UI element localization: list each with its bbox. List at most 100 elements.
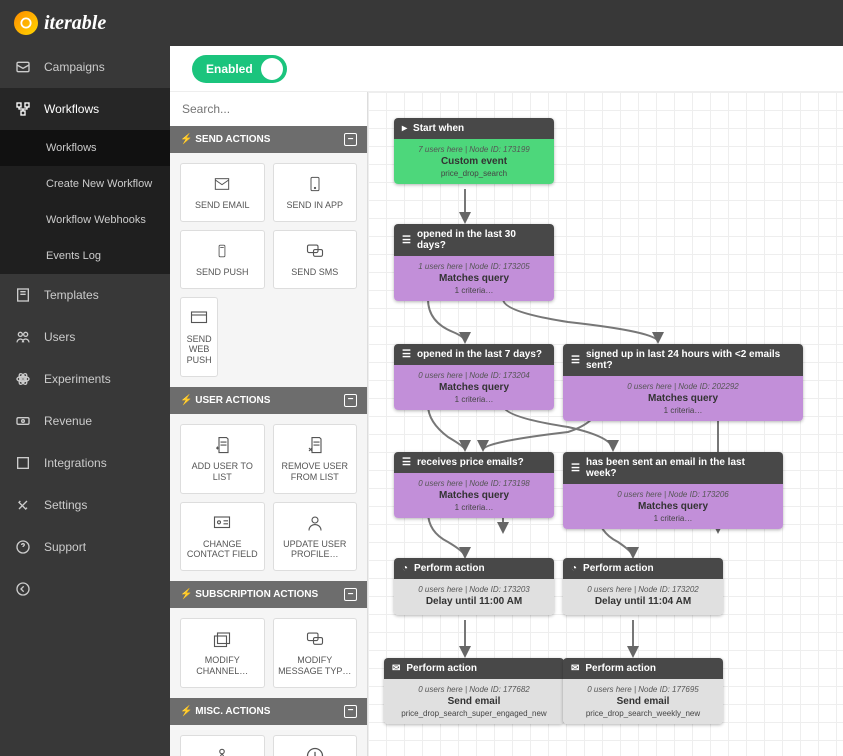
sidebar-item-support[interactable]: Support: [0, 526, 170, 568]
subnav-events-log[interactable]: Events Log: [0, 238, 170, 274]
collapse-icon[interactable]: −: [344, 588, 357, 601]
contact-icon: [211, 513, 233, 533]
toggle-knob: [261, 58, 283, 80]
node-q3[interactable]: ☰signed up in last 24 hours with <2 emai…: [563, 344, 803, 421]
tile-add-user[interactable]: ADD USER TO LIST: [180, 424, 265, 494]
tile-send-push[interactable]: SEND PUSH: [180, 230, 265, 289]
toggle-label: Enabled: [206, 62, 253, 76]
node-start[interactable]: ▸Start when 7 users here | Node ID: 1731…: [394, 118, 554, 184]
filter-icon: ☰: [571, 463, 580, 474]
sidebar: Campaigns Workflows Workflows Create New…: [0, 46, 170, 756]
sidebar-item-settings[interactable]: Settings: [0, 484, 170, 526]
megaphone-icon: [14, 58, 32, 76]
webpush-icon: [188, 308, 210, 328]
templates-icon: [14, 286, 32, 304]
node-q4[interactable]: ☰receives price emails? 0 users here | N…: [394, 452, 554, 518]
palette-section-send[interactable]: ⚡ SEND ACTIONS −: [170, 126, 367, 153]
tile-remove-user[interactable]: REMOVE USER FROM LIST: [273, 424, 358, 494]
sidebar-item-experiments[interactable]: Experiments: [0, 358, 170, 400]
sidebar-label: Templates: [44, 288, 99, 302]
node-a4[interactable]: ✉Perform action 0 users here | Node ID: …: [563, 658, 723, 724]
inapp-icon: [307, 174, 323, 194]
tile-send-inapp[interactable]: SEND IN APP: [273, 163, 358, 222]
integrations-icon: [14, 454, 32, 472]
chevron-left-icon: [14, 580, 32, 598]
brand-logo[interactable]: iterable: [14, 11, 106, 35]
logo-icon: [14, 11, 38, 35]
filter-icon: ☰: [402, 349, 411, 360]
sidebar-item-revenue[interactable]: Revenue: [0, 400, 170, 442]
sidebar-item-integrations[interactable]: Integrations: [0, 442, 170, 484]
push-icon: [215, 241, 229, 261]
brand-name: iterable: [44, 12, 106, 35]
node-a1[interactable]: ◔Perform action 0 users here | Node ID: …: [394, 558, 554, 615]
palette: ⚡ SEND ACTIONS − SEND EMAIL SEND IN APP …: [170, 92, 368, 756]
content-top: Enabled: [170, 46, 843, 92]
clock-icon: ◔: [402, 563, 408, 574]
tile-send-sms[interactable]: SEND SMS: [273, 230, 358, 289]
play-icon: ▸: [402, 123, 407, 134]
node-q5[interactable]: ☰has been sent an email in the last week…: [563, 452, 783, 529]
sidebar-label: Support: [44, 540, 86, 554]
sidebar-item-users[interactable]: Users: [0, 316, 170, 358]
channel-icon: [211, 629, 233, 649]
node-a3[interactable]: ✉Perform action 0 users here | Node ID: …: [384, 658, 564, 724]
palette-section-user[interactable]: ⚡ USER ACTIONS −: [170, 387, 367, 414]
msgtype-icon: [304, 629, 326, 649]
webhook-icon: [211, 746, 233, 756]
sidebar-item-workflows[interactable]: Workflows: [0, 88, 170, 130]
users-icon: [14, 328, 32, 346]
tile-delay[interactable]: DELAY: [273, 735, 358, 756]
collapse-icon[interactable]: −: [344, 133, 357, 146]
subnav-webhooks[interactable]: Workflow Webhooks: [0, 202, 170, 238]
sidebar-label: Campaigns: [44, 60, 105, 74]
palette-section-misc[interactable]: ⚡ MISC. ACTIONS −: [170, 698, 367, 725]
email-icon: ✉: [571, 663, 579, 674]
collapse-icon[interactable]: −: [344, 394, 357, 407]
revenue-icon: [14, 412, 32, 430]
sidebar-label: Experiments: [44, 372, 111, 386]
sidebar-item-campaigns[interactable]: Campaigns: [0, 46, 170, 88]
enable-toggle[interactable]: Enabled: [192, 55, 287, 83]
tile-send-email[interactable]: SEND EMAIL: [180, 163, 265, 222]
settings-icon: [14, 496, 32, 514]
sidebar-label: Integrations: [44, 456, 107, 470]
sms-icon: [304, 241, 326, 261]
palette-section-subscription[interactable]: ⚡ SUBSCRIPTION ACTIONS −: [170, 581, 367, 608]
tile-update-profile[interactable]: UPDATE USER PROFILE…: [273, 502, 358, 572]
tile-call-webhook[interactable]: CALL WEBHOOK: [180, 735, 265, 756]
node-q1[interactable]: ☰opened in the last 30 days? 1 users her…: [394, 224, 554, 301]
tile-send-webpush[interactable]: SEND WEB PUSH: [180, 297, 218, 377]
canvas[interactable]: ▸Start when 7 users here | Node ID: 1731…: [368, 92, 843, 756]
topbar: iterable: [0, 0, 843, 46]
email-icon: ✉: [392, 663, 400, 674]
filter-icon: ☰: [571, 355, 580, 366]
sidebar-label: Revenue: [44, 414, 92, 428]
subnav: Workflows Create New Workflow Workflow W…: [0, 130, 170, 274]
sidebar-label: Users: [44, 330, 75, 344]
subnav-create[interactable]: Create New Workflow: [0, 166, 170, 202]
sidebar-collapse[interactable]: [0, 568, 170, 610]
clock-icon: ◔: [571, 563, 577, 574]
workflow-icon: [14, 100, 32, 118]
filter-icon: ☰: [402, 457, 411, 468]
workflow-connections: [368, 92, 843, 756]
sidebar-label: Workflows: [44, 102, 99, 116]
sidebar-label: Settings: [44, 498, 87, 512]
remove-user-icon: [306, 435, 324, 455]
node-a2[interactable]: ◔Perform action 0 users here | Node ID: …: [563, 558, 723, 615]
email-icon: [211, 174, 233, 194]
tile-change-field[interactable]: CHANGE CONTACT FIELD: [180, 502, 265, 572]
filter-icon: ☰: [402, 235, 411, 246]
sidebar-item-templates[interactable]: Templates: [0, 274, 170, 316]
support-icon: [14, 538, 32, 556]
tile-modify-msgtype[interactable]: MODIFY MESSAGE TYP…: [273, 618, 358, 688]
subnav-workflows[interactable]: Workflows: [0, 130, 170, 166]
profile-icon: [306, 513, 324, 533]
node-q2[interactable]: ☰opened in the last 7 days? 0 users here…: [394, 344, 554, 410]
add-user-icon: [213, 435, 231, 455]
search-input[interactable]: [170, 92, 367, 126]
tile-modify-channel[interactable]: MODIFY CHANNEL…: [180, 618, 265, 688]
collapse-icon[interactable]: −: [344, 705, 357, 718]
experiments-icon: [14, 370, 32, 388]
